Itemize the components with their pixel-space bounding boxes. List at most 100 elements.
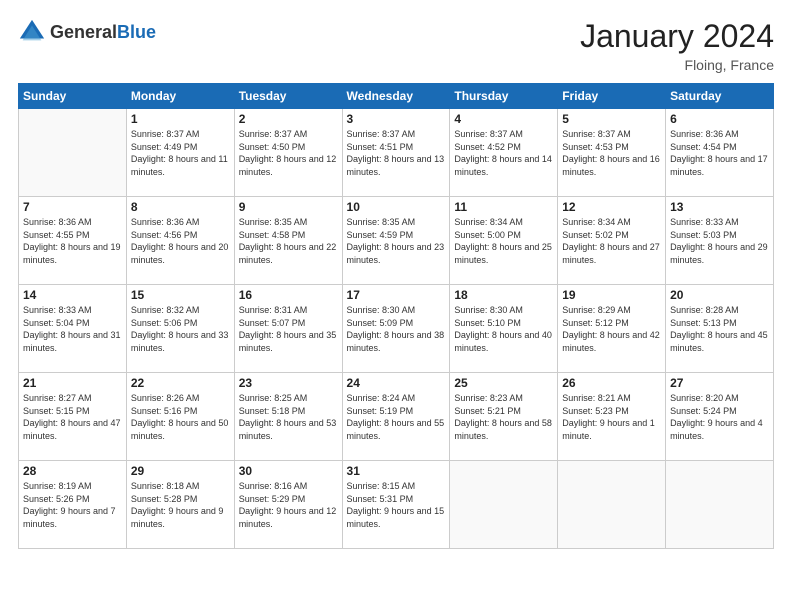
day-number-28: 28 xyxy=(23,464,122,478)
cell-1-6: 13Sunrise: 8:33 AMSunset: 5:03 PMDayligh… xyxy=(666,197,774,285)
day-number-20: 20 xyxy=(670,288,769,302)
cell-3-1: 22 Sunrise: 8:26 AMSunset: 5:16 PMDayligh… xyxy=(126,373,234,461)
day-number-26: 26 xyxy=(562,376,661,390)
cell-3-3: 24 Sunrise: 8:24 AMSunset: 5:19 PMDayligh… xyxy=(342,373,450,461)
day-info-24: Sunrise: 8:24 AMSunset: 5:19 PMDaylight:… xyxy=(347,392,446,442)
cell-0-1: 1 Sunrise: 8:37 AMSunset: 4:49 PMDaylight… xyxy=(126,109,234,197)
logo-icon xyxy=(18,18,46,46)
day-info-7: Sunrise: 8:36 AMSunset: 4:55 PMDaylight:… xyxy=(23,216,122,266)
day-info-14: Sunrise: 8:33 AMSunset: 5:04 PMDaylight:… xyxy=(23,304,122,354)
cell-3-2: 23 Sunrise: 8:25 AMSunset: 5:18 PMDayligh… xyxy=(234,373,342,461)
day-info-11: Sunrise: 8:34 AMSunset: 5:00 PMDaylight:… xyxy=(454,216,553,266)
day-number-30: 30 xyxy=(239,464,338,478)
day-info-23: Sunrise: 8:25 AMSunset: 5:18 PMDaylight:… xyxy=(239,392,338,442)
cell-2-2: 16 Sunrise: 8:31 AMSunset: 5:07 PMDayligh… xyxy=(234,285,342,373)
cell-1-4: 11 Sunrise: 8:34 AMSunset: 5:00 PMDayligh… xyxy=(450,197,558,285)
cell-1-0: 7 Sunrise: 8:36 AMSunset: 4:55 PMDaylight… xyxy=(19,197,127,285)
day-info-22: Sunrise: 8:26 AMSunset: 5:16 PMDaylight:… xyxy=(131,392,230,442)
day-info-27: Sunrise: 8:20 AMSunset: 5:24 PMDaylight:… xyxy=(670,392,769,442)
day-number-3: 3 xyxy=(347,112,446,126)
week-row-4: 28 Sunrise: 8:19 AMSunset: 5:26 PMDayligh… xyxy=(19,461,774,549)
title-block: January 2024 Floing, France xyxy=(580,18,774,73)
cell-3-0: 21 Sunrise: 8:27 AMSunset: 5:15 PMDayligh… xyxy=(19,373,127,461)
day-info-1: Sunrise: 8:37 AMSunset: 4:49 PMDaylight:… xyxy=(131,128,230,178)
cell-2-3: 17 Sunrise: 8:30 AMSunset: 5:09 PMDayligh… xyxy=(342,285,450,373)
day-number-31: 31 xyxy=(347,464,446,478)
day-number-9: 9 xyxy=(239,200,338,214)
day-number-17: 17 xyxy=(347,288,446,302)
cell-3-5: 26 Sunrise: 8:21 AMSunset: 5:23 PMDayligh… xyxy=(558,373,666,461)
header-wednesday: Wednesday xyxy=(342,84,450,109)
day-info-10: Sunrise: 8:35 AMSunset: 4:59 PMDaylight:… xyxy=(347,216,446,266)
header-friday: Friday xyxy=(558,84,666,109)
header-thursday: Thursday xyxy=(450,84,558,109)
day-number-1: 1 xyxy=(131,112,230,126)
cell-2-0: 14 Sunrise: 8:33 AMSunset: 5:04 PMDayligh… xyxy=(19,285,127,373)
day-info-26: Sunrise: 8:21 AMSunset: 5:23 PMDaylight:… xyxy=(562,392,661,442)
location: Floing, France xyxy=(580,57,774,73)
day-number-5: 5 xyxy=(562,112,661,126)
logo-text: GeneralBlue xyxy=(50,22,156,43)
week-row-3: 21 Sunrise: 8:27 AMSunset: 5:15 PMDayligh… xyxy=(19,373,774,461)
day-info-17: Sunrise: 8:30 AMSunset: 5:09 PMDaylight:… xyxy=(347,304,446,354)
day-info-8: Sunrise: 8:36 AMSunset: 4:56 PMDaylight:… xyxy=(131,216,230,266)
day-info-3: Sunrise: 8:37 AMSunset: 4:51 PMDaylight:… xyxy=(347,128,446,178)
cell-0-2: 2 Sunrise: 8:37 AMSunset: 4:50 PMDaylight… xyxy=(234,109,342,197)
cell-2-1: 15Sunrise: 8:32 AMSunset: 5:06 PMDayligh… xyxy=(126,285,234,373)
cell-4-6 xyxy=(666,461,774,549)
day-number-29: 29 xyxy=(131,464,230,478)
cell-1-5: 12Sunrise: 8:34 AMSunset: 5:02 PMDayligh… xyxy=(558,197,666,285)
day-number-16: 16 xyxy=(239,288,338,302)
calendar: Sunday Monday Tuesday Wednesday Thursday… xyxy=(18,83,774,549)
header-monday: Monday xyxy=(126,84,234,109)
cell-2-4: 18Sunrise: 8:30 AMSunset: 5:10 PMDayligh… xyxy=(450,285,558,373)
cell-2-6: 20 Sunrise: 8:28 AMSunset: 5:13 PMDayligh… xyxy=(666,285,774,373)
day-info-15: Sunrise: 8:32 AMSunset: 5:06 PMDaylight:… xyxy=(131,304,230,354)
day-number-22: 22 xyxy=(131,376,230,390)
day-number-14: 14 xyxy=(23,288,122,302)
cell-4-5 xyxy=(558,461,666,549)
day-number-7: 7 xyxy=(23,200,122,214)
header-tuesday: Tuesday xyxy=(234,84,342,109)
cell-0-3: 3 Sunrise: 8:37 AMSunset: 4:51 PMDaylight… xyxy=(342,109,450,197)
day-info-18: Sunrise: 8:30 AMSunset: 5:10 PMDaylight:… xyxy=(454,304,553,354)
month-title: January 2024 xyxy=(580,18,774,55)
cell-1-3: 10Sunrise: 8:35 AMSunset: 4:59 PMDayligh… xyxy=(342,197,450,285)
cell-3-6: 27Sunrise: 8:20 AMSunset: 5:24 PMDayligh… xyxy=(666,373,774,461)
day-info-25: Sunrise: 8:23 AMSunset: 5:21 PMDaylight:… xyxy=(454,392,553,442)
cell-0-5: 5Sunrise: 8:37 AMSunset: 4:53 PMDaylight… xyxy=(558,109,666,197)
day-info-31: Sunrise: 8:15 AMSunset: 5:31 PMDaylight:… xyxy=(347,480,446,530)
day-info-16: Sunrise: 8:31 AMSunset: 5:07 PMDaylight:… xyxy=(239,304,338,354)
day-info-2: Sunrise: 8:37 AMSunset: 4:50 PMDaylight:… xyxy=(239,128,338,178)
day-number-23: 23 xyxy=(239,376,338,390)
header-saturday: Saturday xyxy=(666,84,774,109)
week-row-1: 7 Sunrise: 8:36 AMSunset: 4:55 PMDaylight… xyxy=(19,197,774,285)
day-number-24: 24 xyxy=(347,376,446,390)
day-info-6: Sunrise: 8:36 AMSunset: 4:54 PMDaylight:… xyxy=(670,128,769,178)
header: GeneralBlue January 2024 Floing, France xyxy=(18,18,774,73)
logo-blue: Blue xyxy=(117,22,156,42)
cell-1-2: 9Sunrise: 8:35 AMSunset: 4:58 PMDaylight… xyxy=(234,197,342,285)
day-number-2: 2 xyxy=(239,112,338,126)
cell-3-4: 25 Sunrise: 8:23 AMSunset: 5:21 PMDayligh… xyxy=(450,373,558,461)
cell-2-5: 19Sunrise: 8:29 AMSunset: 5:12 PMDayligh… xyxy=(558,285,666,373)
day-info-29: Sunrise: 8:18 AMSunset: 5:28 PMDaylight:… xyxy=(131,480,230,530)
cell-0-0 xyxy=(19,109,127,197)
day-number-6: 6 xyxy=(670,112,769,126)
day-number-4: 4 xyxy=(454,112,553,126)
day-info-28: Sunrise: 8:19 AMSunset: 5:26 PMDaylight:… xyxy=(23,480,122,530)
week-row-2: 14 Sunrise: 8:33 AMSunset: 5:04 PMDayligh… xyxy=(19,285,774,373)
day-number-11: 11 xyxy=(454,200,553,214)
page: GeneralBlue January 2024 Floing, France … xyxy=(0,0,792,612)
cell-1-1: 8Sunrise: 8:36 AMSunset: 4:56 PMDaylight… xyxy=(126,197,234,285)
cell-0-6: 6 Sunrise: 8:36 AMSunset: 4:54 PMDaylight… xyxy=(666,109,774,197)
day-info-19: Sunrise: 8:29 AMSunset: 5:12 PMDaylight:… xyxy=(562,304,661,354)
day-number-25: 25 xyxy=(454,376,553,390)
day-number-21: 21 xyxy=(23,376,122,390)
day-info-20: Sunrise: 8:28 AMSunset: 5:13 PMDaylight:… xyxy=(670,304,769,354)
cell-4-1: 29 Sunrise: 8:18 AMSunset: 5:28 PMDayligh… xyxy=(126,461,234,549)
cell-4-3: 31 Sunrise: 8:15 AMSunset: 5:31 PMDayligh… xyxy=(342,461,450,549)
day-info-30: Sunrise: 8:16 AMSunset: 5:29 PMDaylight:… xyxy=(239,480,338,530)
header-sunday: Sunday xyxy=(19,84,127,109)
day-info-21: Sunrise: 8:27 AMSunset: 5:15 PMDaylight:… xyxy=(23,392,122,442)
